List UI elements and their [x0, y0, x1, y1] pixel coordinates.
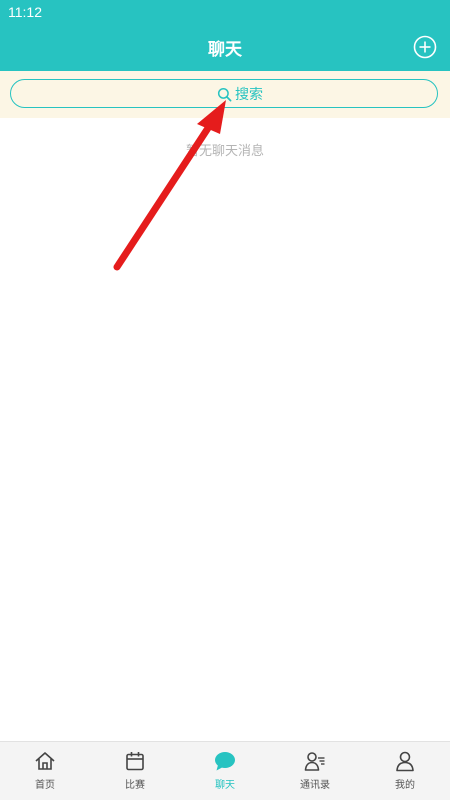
- empty-state-text: 暂无聊天消息: [185, 144, 264, 159]
- chat-bubble-icon: [215, 752, 235, 771]
- page-title: 聊天: [208, 40, 242, 60]
- tab-label-profile: 我的: [395, 780, 415, 791]
- status-bar-time: 11:12: [8, 4, 42, 20]
- tab-chat[interactable]: 聊天: [180, 742, 270, 801]
- search-placeholder: 搜索: [217, 85, 263, 103]
- tab-contacts[interactable]: 通讯录: [270, 742, 360, 801]
- profile-icon: [396, 751, 414, 772]
- tab-profile[interactable]: 我的: [360, 742, 450, 801]
- calendar-icon: [126, 752, 144, 771]
- home-icon: [35, 752, 55, 770]
- search-icon: [217, 87, 232, 101]
- contacts-icon: [304, 752, 325, 771]
- tab-match[interactable]: 比赛: [90, 742, 180, 801]
- search-bar: 搜索: [0, 71, 450, 118]
- add-button[interactable]: [413, 35, 437, 59]
- bottom-tab-bar: 首页 比赛 聊天 通讯录 我的: [0, 741, 450, 800]
- search-input[interactable]: 搜索: [10, 79, 438, 108]
- app-header: 11:12 聊天: [0, 0, 450, 71]
- tab-label-contacts: 通讯录: [300, 780, 330, 791]
- tab-home[interactable]: 首页: [0, 742, 90, 801]
- tab-label-match: 比赛: [125, 780, 145, 791]
- search-label: 搜索: [235, 87, 263, 103]
- annotation-arrow-icon: [113, 100, 226, 271]
- tab-label-home: 首页: [35, 780, 55, 791]
- tab-label-chat: 聊天: [215, 780, 235, 791]
